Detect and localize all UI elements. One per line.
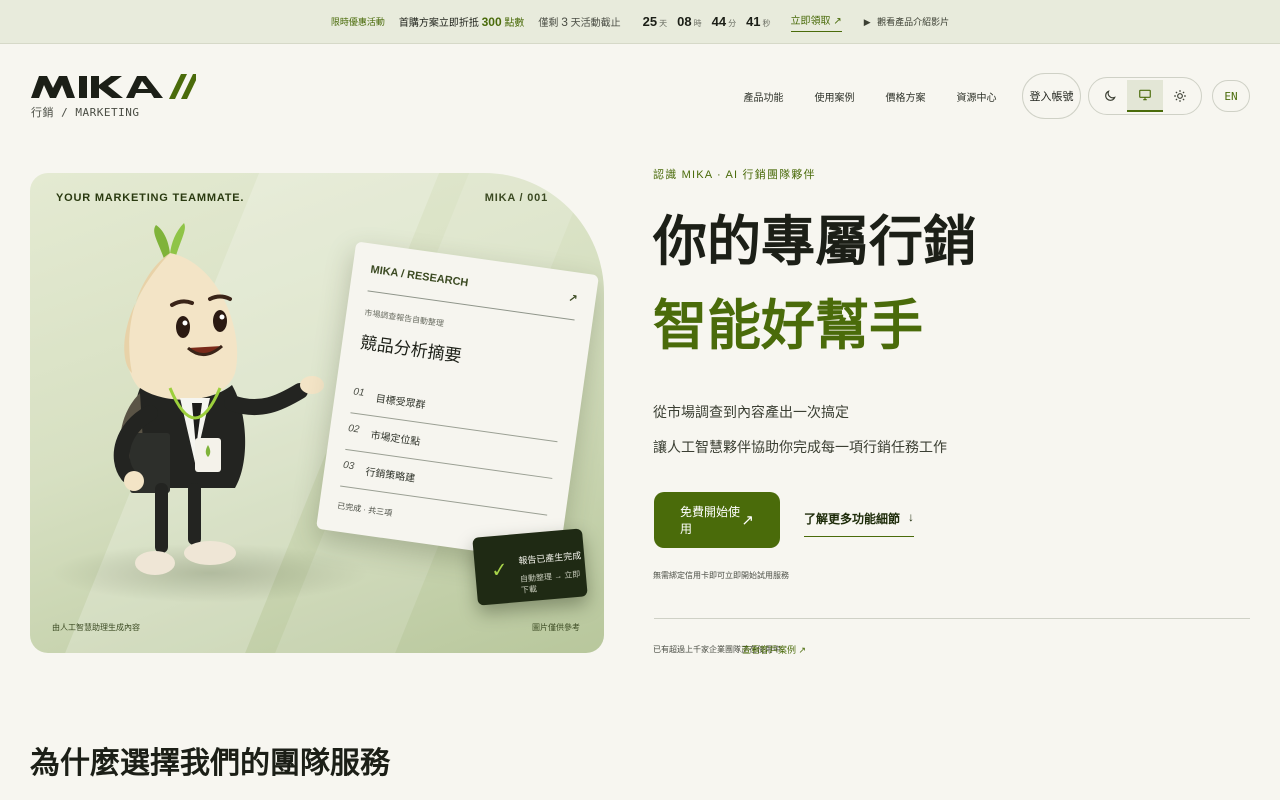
countdown-minutes: 44 分 [712,14,736,29]
countdown-value: 08 [677,14,692,29]
report-header-label: MIKA / RESEARCH [369,263,470,290]
promo-label: 首購方案立即折抵 [398,18,479,29]
list-item-number: 02 [347,423,361,436]
ends-prefix: 僅剩 [538,18,559,29]
report-list: 01 目標受眾群 02 市場定位點 03 行銷策略建 [340,376,563,516]
arrow-up-right-icon: ↗ [741,512,754,529]
customer-cases-link[interactable]: 查看客戶案例 ↗ [742,643,806,656]
list-item-label: 行銷策略建 [364,466,416,485]
ends-suffix: 天活動截止 [570,18,621,29]
logo-subtitle: 行銷 / MARKETING [31,106,140,119]
hero-lead-line-2: 讓人工智慧夥伴協助你完成每一項行銷任務工作 [653,439,947,455]
countdown-unit: 時 [693,19,702,28]
list-item-number: 03 [342,459,355,473]
check-icon: ✓ [490,558,509,583]
promo-ends: 僅剩 3 天活動截止 [538,14,620,29]
divider [654,618,1250,619]
countdown-unit: 秒 [762,19,771,28]
list-item-number: 01 [352,386,366,399]
badge-subtitle: 自動整理 → 立即下載 [519,569,581,595]
theme-light-button[interactable] [1163,80,1198,112]
watch-video-label: 觀看產品介紹影片 [877,17,950,27]
start-free-label: 免費開始使用 [680,505,741,536]
watch-video-button[interactable]: ▶ 觀看產品介紹影片 [864,15,949,28]
nav-item-resources[interactable]: 資源中心 [941,89,1012,104]
badge-title: 報告已產生完成 [517,550,582,566]
nav-item-use-cases[interactable]: 使用案例 [799,89,870,104]
brand-logo[interactable]: 行銷 / MARKETING [31,70,201,120]
promo-amount: 300 [481,15,502,29]
logo-graphic [31,74,196,99]
logo-wordmark [31,70,201,102]
start-free-button[interactable]: 免費開始使用 ↗ [654,492,780,548]
theme-system-button[interactable] [1127,80,1163,112]
moon-icon [1104,90,1116,101]
hero-lead-line-1: 從市場調查到內容產出一次搞定 [653,404,849,420]
list-item-label: 目標受眾群 [374,393,427,412]
nav-item-features[interactable]: 產品功能 [728,89,799,104]
card-footer-left: 由人工智慧助理生成內容 [52,623,140,632]
learn-more-label: 了解更多功能細節 [804,512,901,526]
announcement-bar: 限時優惠活動 首購方案立即折抵 300 點數 僅剩 3 天活動截止 25 天 0… [0,0,1280,44]
countdown-timer: 25 天 08 時 44 分 41 秒 [643,14,771,29]
card-kicker-right: MIKA / 001 [484,192,548,204]
hero-eyebrow: 認識 MIKA · AI 行銷團隊夥伴 [653,169,816,181]
play-icon: ▶ [863,17,871,27]
section-title: 為什麼選擇我們的團隊服務 [30,747,390,780]
countdown-days: 25 天 [643,14,667,29]
claim-offer-link[interactable]: 立即領取 ↗ [790,12,842,32]
promo-text: 首購方案立即折抵 300 點數 [399,14,525,29]
report-ready-badge: ✓ 報告已產生完成 自動整理 → 立即下載 [472,528,588,606]
hero-illustration-card: YOUR MARKETING TEAMMATE. MIKA / 001 MIKA… [30,173,604,653]
language-toggle[interactable]: EN [1212,80,1250,112]
sun-icon [1174,90,1187,102]
monitor-icon [1139,89,1151,101]
list-item-label: 市場定位點 [369,430,421,449]
mascot-illustration [113,223,324,575]
countdown-value: 41 [746,14,761,29]
countdown-value: 25 [642,14,658,29]
promo-tag: 限時優惠活動 [330,17,385,27]
theme-dark-button[interactable] [1092,80,1127,112]
nav-item-pricing[interactable]: 價格方案 [870,89,941,104]
arrow-up-right-icon: ↗ [567,292,579,306]
research-report-card: MIKA / RESEARCH ↗ 市場調查報告自動整理 競品分析摘要 01 目… [316,241,599,563]
card-footer-right: 圖片僅供參考 [532,623,580,632]
countdown-value: 44 [711,14,727,29]
hero-headline-line-1: 你的專屬行銷 [653,212,977,272]
no-credit-card-note: 無需綁定信用卡即可立即開始試用服務 [653,571,789,580]
learn-more-link[interactable]: 了解更多功能細節 ↓ [804,510,915,537]
hero-headline-line-2: 智能好幫手 [653,296,923,356]
countdown-unit: 天 [659,19,668,28]
ends-number: 3 [561,15,568,29]
theme-switcher [1088,77,1202,115]
countdown-seconds: 41 秒 [746,14,770,29]
countdown-unit: 分 [728,19,737,28]
arrow-down-icon: ↓ [908,510,915,524]
main-nav: 產品功能 使用案例 價格方案 資源中心 登入帳號 [728,73,1081,119]
login-button[interactable]: 登入帳號 [1022,73,1081,119]
card-kicker-left: YOUR MARKETING TEAMMATE. [56,192,245,204]
countdown-hours: 08 時 [677,14,701,29]
promo-unit: 點數 [504,18,525,29]
